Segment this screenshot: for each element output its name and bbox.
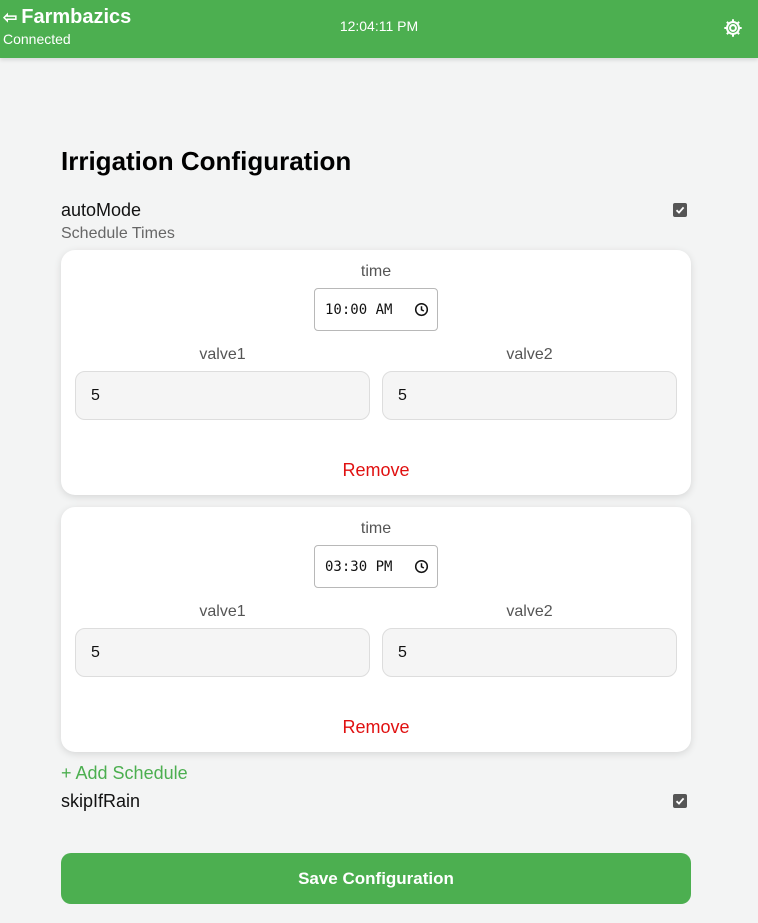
checkmark-icon [675,797,685,805]
auto-mode-checkbox[interactable] [673,203,687,217]
auto-mode-row: autoMode [61,199,691,221]
top-bar: ⇦ Farmbazics Connected 12:04:11 PM [0,0,758,58]
gear-icon[interactable] [722,17,744,39]
schedule-card: time 10:00 AM valve1 valve2 5 5 Remove [61,250,691,495]
clock-icon[interactable] [414,302,429,317]
skip-if-rain-label: skipIfRain [61,790,141,811]
valve2-input[interactable]: 5 [382,628,677,677]
page-title: Irrigation Configuration [61,146,352,176]
add-schedule-button[interactable]: + Add Schedule [61,762,691,784]
time-label: time [360,263,392,280]
time-value: 10:00 AM [325,301,393,318]
checkmark-icon [675,206,685,214]
remove-schedule-button[interactable]: Remove [61,717,691,738]
clock-display: 12:04:11 PM [339,18,419,34]
valve2-label: valve2 [506,603,553,620]
skip-if-rain-row: skipIfRain [61,790,691,812]
time-input[interactable]: 10:00 AM [314,288,438,331]
valve1-input[interactable]: 5 [75,628,370,677]
valve1-label: valve1 [199,346,246,363]
clock-icon[interactable] [414,559,429,574]
skip-if-rain-checkbox[interactable] [673,794,687,808]
remove-schedule-button[interactable]: Remove [61,460,691,481]
valve1-label: valve1 [199,603,246,620]
auto-mode-label: autoMode [61,199,142,220]
time-value: 03:30 PM [325,558,393,575]
config-form: Irrigation Configuration autoMode Schedu… [61,143,691,904]
time-input[interactable]: 03:30 PM [314,545,438,588]
valve2-input[interactable]: 5 [382,371,677,420]
schedule-card: time 03:30 PM valve1 valve2 5 5 Remove [61,507,691,752]
save-configuration-button[interactable]: Save Configuration [61,853,691,904]
schedule-times-label: Schedule Times [61,225,175,242]
time-label: time [360,520,392,537]
valve1-input[interactable]: 5 [75,371,370,420]
valve2-label: valve2 [506,346,553,363]
